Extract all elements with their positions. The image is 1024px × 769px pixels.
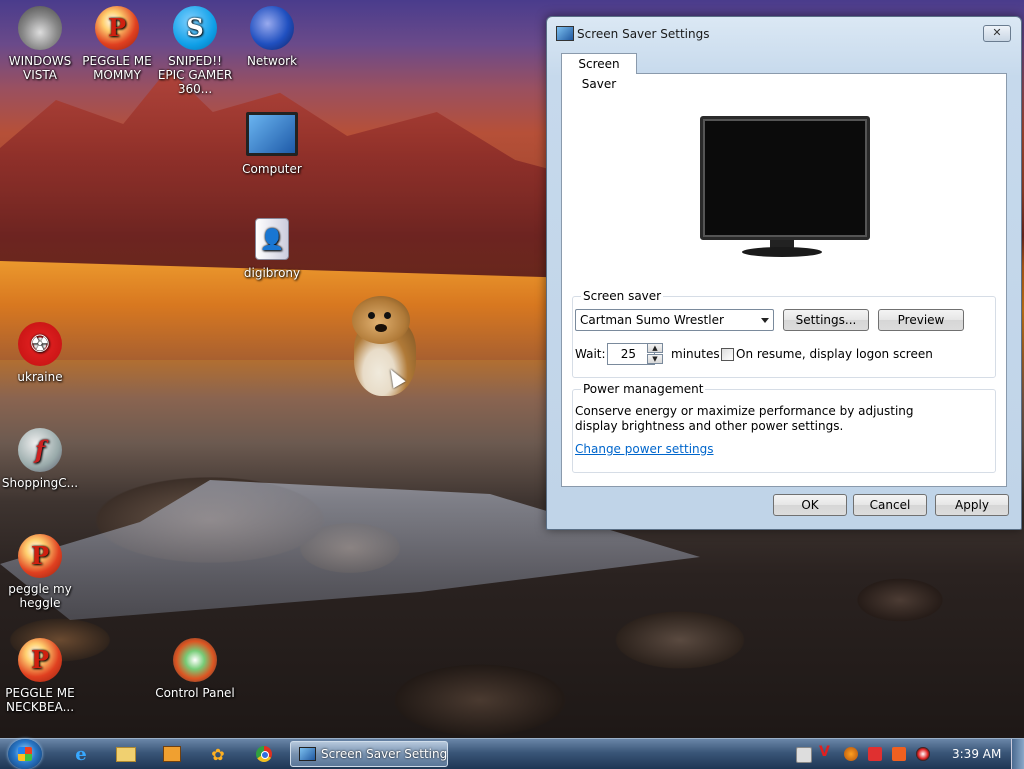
- taskbar-chrome[interactable]: [249, 742, 279, 766]
- screen-saver-settings-dialog: Screen Saver Settings ✕ Screen Saver Scr…: [546, 16, 1022, 530]
- power-description: Conserve energy or maximize performance …: [575, 404, 914, 433]
- resume-logon-checkbox[interactable]: [721, 348, 734, 361]
- spin-down-button[interactable]: ▼: [647, 354, 663, 364]
- power-management-group: Power management Conserve energy or maxi…: [572, 382, 996, 473]
- folder-icon: [116, 746, 136, 762]
- taskbar-app[interactable]: ✿: [203, 742, 233, 766]
- tab-panel: Screen saver Cartman Sumo Wrestler Setti…: [561, 73, 1007, 487]
- desktop-icon-windows-vista[interactable]: WINDOWS VISTA: [0, 6, 80, 82]
- tray-network-icon[interactable]: [796, 747, 812, 763]
- monitor-preview: [700, 116, 870, 240]
- animated-dog-pet[interactable]: [352, 296, 418, 396]
- screen-saver-dropdown[interactable]: Cartman Sumo Wrestler: [575, 309, 774, 331]
- resume-logon-label[interactable]: On resume, display logon screen: [736, 347, 933, 361]
- show-desktop-button[interactable]: [1011, 739, 1024, 769]
- windows-logo-icon: [18, 747, 32, 761]
- dialog-title: Screen Saver Settings: [577, 27, 710, 41]
- flash-icon: f: [18, 428, 62, 472]
- display-settings-icon: [299, 747, 316, 761]
- app-icon: ✿: [211, 744, 225, 764]
- tray-v-icon[interactable]: V: [819, 744, 833, 760]
- preview-button[interactable]: Preview: [878, 309, 964, 331]
- peggle-icon: P: [95, 6, 139, 50]
- taskbar-media-player[interactable]: [157, 742, 187, 766]
- taskbar-task-screen-saver-settings[interactable]: Screen Saver Settings: [290, 741, 448, 767]
- wait-label: Wait:: [575, 347, 606, 361]
- tray-volume-icon[interactable]: [916, 747, 930, 761]
- tray-flag-icon[interactable]: [868, 747, 882, 761]
- internet-explorer-icon: e: [75, 743, 87, 765]
- group-label: Power management: [581, 382, 706, 396]
- robot-icon: [18, 6, 62, 50]
- tab-screen-saver[interactable]: Screen Saver: [561, 53, 637, 91]
- chrome-icon: [256, 746, 272, 762]
- desktop-icon-shopping[interactable]: f ShoppingC...: [0, 428, 80, 490]
- computer-icon: [246, 112, 298, 156]
- minutes-label: minutes: [671, 347, 720, 361]
- desktop-icon-peggle-me-mommy[interactable]: P PEGGLE ME MOMMY: [77, 6, 157, 82]
- skype-icon: S: [173, 6, 217, 50]
- desktop-icon-peggle-me-neckbeard[interactable]: P PEGGLE ME NECKBEA...: [0, 638, 80, 714]
- desktop-icon-network[interactable]: Network: [232, 6, 312, 68]
- desktop-icon-control-panel[interactable]: Control Panel: [155, 638, 235, 700]
- control-panel-icon: [173, 638, 217, 682]
- desktop-icon-sniped[interactable]: S SNIPED!! EPIC GAMER 360...: [155, 6, 235, 96]
- user-folder-icon: 👤: [255, 218, 289, 260]
- tray-search-icon[interactable]: [844, 747, 858, 761]
- media-player-icon: [163, 746, 181, 762]
- spin-up-button[interactable]: ▲: [647, 343, 663, 353]
- change-power-settings-link[interactable]: Change power settings: [575, 442, 714, 456]
- taskbar-internet-explorer[interactable]: e: [66, 742, 96, 766]
- peggle-icon: P: [18, 638, 62, 682]
- tray-app-icon[interactable]: [892, 747, 906, 761]
- group-label: Screen saver: [581, 289, 664, 303]
- ok-button[interactable]: OK: [773, 494, 847, 516]
- monitor-base: [742, 247, 822, 257]
- desktop-icon-computer[interactable]: Computer: [232, 112, 312, 176]
- taskbar-clock[interactable]: 3:39 AM: [952, 747, 1001, 761]
- taskbar: e ✿ Screen Saver Settings V 3:39 AM: [0, 738, 1024, 769]
- desktop-icon-ukraine[interactable]: ☢ ukraine: [0, 322, 80, 384]
- chevron-down-icon: [761, 318, 769, 323]
- close-button[interactable]: ✕: [983, 25, 1011, 42]
- desktop-icon-digibrony[interactable]: 👤 digibrony: [232, 218, 312, 280]
- taskbar-windows-explorer[interactable]: [111, 742, 141, 766]
- display-settings-icon: [556, 26, 574, 41]
- cancel-button[interactable]: Cancel: [853, 494, 927, 516]
- screen-saver-group: Screen saver Cartman Sumo Wrestler Setti…: [572, 289, 996, 378]
- apply-button[interactable]: Apply: [935, 494, 1009, 516]
- desktop-icon-peggle-my-heggle[interactable]: P peggle my heggle: [0, 534, 80, 610]
- peggle-icon: P: [18, 534, 62, 578]
- settings-button[interactable]: Settings...: [783, 309, 869, 331]
- radiation-icon: ☢: [18, 322, 62, 366]
- network-globe-icon: [250, 6, 294, 50]
- start-button[interactable]: [8, 739, 42, 769]
